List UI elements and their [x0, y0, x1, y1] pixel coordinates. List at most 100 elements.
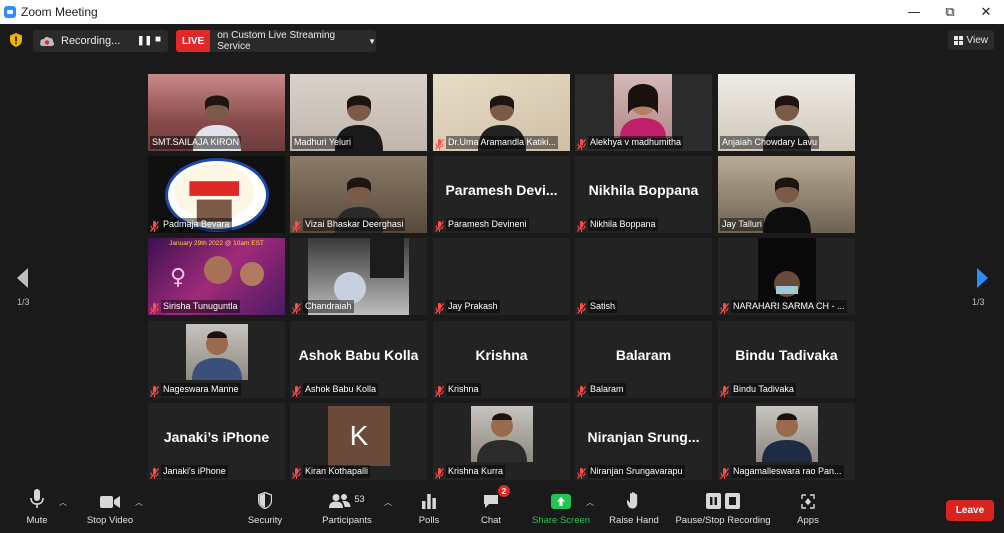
close-button[interactable]: ✕: [968, 0, 1004, 24]
zoom-app-icon: [4, 6, 16, 18]
participant-name-label: Nageswara Manne: [150, 383, 283, 397]
next-page-arrow-icon[interactable]: [974, 267, 990, 289]
muted-microphone-icon: [292, 466, 301, 479]
participant-tile[interactable]: K Kiran Kothapalli: [290, 403, 427, 480]
apps-button[interactable]: Apps: [795, 485, 821, 533]
participant-name-label: NARAHARI SARMA CH - ...: [720, 300, 853, 314]
participants-button[interactable]: 53 Participants: [320, 485, 374, 533]
muted-microphone-icon: [435, 384, 444, 397]
participant-tile[interactable]: Alekhya v madhumitha: [575, 74, 712, 151]
share-screen-label: Share Screen: [531, 515, 591, 526]
participant-tile[interactable]: NARAHARI SARMA CH - ...: [718, 238, 855, 315]
participant-name-label: Sirisha Tunuguntla: [150, 300, 283, 314]
participant-name-label: Ashok Babu Kolla: [292, 383, 425, 397]
chat-button[interactable]: 2 Chat: [478, 485, 510, 533]
participant-tile[interactable]: Satish: [575, 238, 712, 315]
raise-hand-label: Raise Hand: [609, 515, 659, 526]
participant-tile[interactable]: Krishna Krishna: [433, 321, 570, 398]
pause-recording-icon[interactable]: ❚❚: [137, 35, 152, 46]
participant-tile[interactable]: Bindu Tadivaka Bindu Tadivaka: [718, 321, 855, 398]
chevron-down-icon[interactable]: ▼: [368, 37, 376, 46]
participant-name-label: Jay Talluri: [720, 218, 853, 231]
chat-unread-badge: 2: [498, 485, 510, 497]
stop-recording-icon[interactable]: ■: [155, 34, 161, 45]
apps-icon: [801, 494, 815, 509]
participant-tile[interactable]: Balaram Balaram: [575, 321, 712, 398]
muted-microphone-icon: [292, 301, 301, 314]
participant-tile[interactable]: Padmaja Bevara: [148, 156, 285, 233]
participants-options-caret-icon[interactable]: ︿: [384, 497, 392, 508]
participant-display-name: Bindu Tadivaka: [735, 347, 838, 363]
stop-video-button[interactable]: Stop Video: [84, 485, 136, 533]
participant-name-label: Alekhya v madhumitha: [577, 136, 710, 150]
participant-tile[interactable]: January 29th 2022 @ 10am EST ♀ Sirisha Tun…: [148, 238, 285, 315]
participant-name: Balaram: [588, 383, 626, 396]
muted-microphone-icon: [435, 466, 444, 479]
muted-microphone-icon: [577, 384, 586, 397]
participant-tile[interactable]: Dr.Uma Aramandla Katiki...: [433, 74, 570, 151]
gallery-grid: SMT.SAILAJA KIRON Madhuri Yeluri Dr.Uma Ar…: [148, 74, 857, 482]
participant-tile[interactable]: Krishna Kurra: [433, 403, 570, 480]
muted-microphone-icon: [720, 301, 729, 314]
participant-name: Kiran Kothapalli: [303, 465, 371, 478]
avatar-letter: K: [349, 420, 369, 451]
participant-tile[interactable]: Nagamalleswara rao Pan...: [718, 403, 855, 480]
raise-hand-button[interactable]: Raise Hand: [609, 485, 659, 533]
participant-tile[interactable]: Jay Talluri: [718, 156, 855, 233]
muted-microphone-icon: [720, 466, 729, 479]
security-shield-outline-icon: [258, 492, 272, 509]
previous-page-arrow-icon[interactable]: [15, 267, 31, 289]
audio-options-caret-icon[interactable]: ︿: [59, 497, 67, 508]
live-stream-indicator[interactable]: LIVE on Custom Live Streaming Service ▼: [176, 30, 376, 52]
participant-name: Chandraiah: [303, 300, 354, 313]
participant-tile[interactable]: Janaki’s iPhone Janaki's iPhone: [148, 403, 285, 480]
stop-video-label: Stop Video: [86, 515, 134, 526]
polls-button[interactable]: Polls: [416, 485, 442, 533]
mute-button[interactable]: Mute: [20, 485, 54, 533]
recording-indicator[interactable]: Recording... ❚❚ ■: [33, 30, 168, 52]
mute-label: Mute: [26, 515, 48, 526]
polls-bar-chart-icon: [422, 494, 436, 509]
meeting-top-bar: Recording... ❚❚ ■ LIVE on Custom Live St…: [0, 28, 1004, 52]
participant-name: Dr.Uma Aramandla Katiki...: [446, 136, 559, 149]
participant-name: Nikhila Boppana: [588, 218, 658, 231]
participant-tile[interactable]: Niranjan Srung... Niranjan Srungavarapu: [575, 403, 712, 480]
pause-stop-recording-button[interactable]: Pause/Stop Recording: [674, 485, 772, 533]
participants-icon: [329, 494, 351, 508]
participant-tile[interactable]: Paramesh Devi... Paramesh Devineni: [433, 156, 570, 233]
muted-microphone-icon: [435, 219, 444, 232]
participant-name-label: Nagamalleswara rao Pan...: [720, 465, 853, 479]
share-screen-button[interactable]: Share Screen: [532, 485, 590, 533]
live-badge: LIVE: [176, 30, 211, 52]
share-screen-icon: [551, 494, 571, 509]
participant-tile[interactable]: SMT.SAILAJA KIRON: [148, 74, 285, 151]
participant-tile[interactable]: Jay Prakash: [433, 238, 570, 315]
security-shield-icon[interactable]: [10, 33, 22, 47]
participants-count: 53: [354, 494, 365, 504]
pause-stop-recording-icon: [706, 493, 740, 509]
participant-tile[interactable]: Anjaiah Chowdary Lavu: [718, 74, 855, 151]
participants-label: Participants: [322, 515, 372, 526]
profile-picture: [186, 324, 248, 380]
share-options-caret-icon[interactable]: ︿: [586, 497, 594, 508]
title-bar: Zoom Meeting — ⧉ ✕: [0, 0, 1004, 24]
meeting-area: Recording... ❚❚ ■ LIVE on Custom Live St…: [0, 24, 1004, 485]
participant-name-label: Jay Prakash: [435, 300, 568, 314]
view-button[interactable]: View: [947, 30, 994, 50]
participant-tile[interactable]: Chandraiah: [290, 238, 427, 315]
participant-tile[interactable]: Ashok Babu Kolla Ashok Babu Kolla: [290, 321, 427, 398]
restore-button[interactable]: ⧉: [932, 0, 968, 24]
participant-tile[interactable]: Nageswara Manne: [148, 321, 285, 398]
participant-tile[interactable]: Nikhila Boppana Nikhila Boppana: [575, 156, 712, 233]
participant-name-label: Nikhila Boppana: [577, 218, 710, 232]
leave-meeting-button[interactable]: Leave: [946, 500, 994, 521]
participant-name-label: Chandraiah: [292, 300, 425, 314]
muted-microphone-icon: [150, 219, 159, 232]
participant-name: Krishna Kurra: [446, 465, 506, 478]
participant-tile[interactable]: Madhuri Yeluri: [290, 74, 427, 151]
security-button[interactable]: Security: [246, 485, 284, 533]
participant-display-name: Niranjan Srung...: [587, 429, 700, 445]
participant-tile[interactable]: Vizai Bhaskar Deerghasi: [290, 156, 427, 233]
video-options-caret-icon[interactable]: ︿: [135, 497, 143, 508]
minimize-button[interactable]: —: [896, 0, 932, 24]
